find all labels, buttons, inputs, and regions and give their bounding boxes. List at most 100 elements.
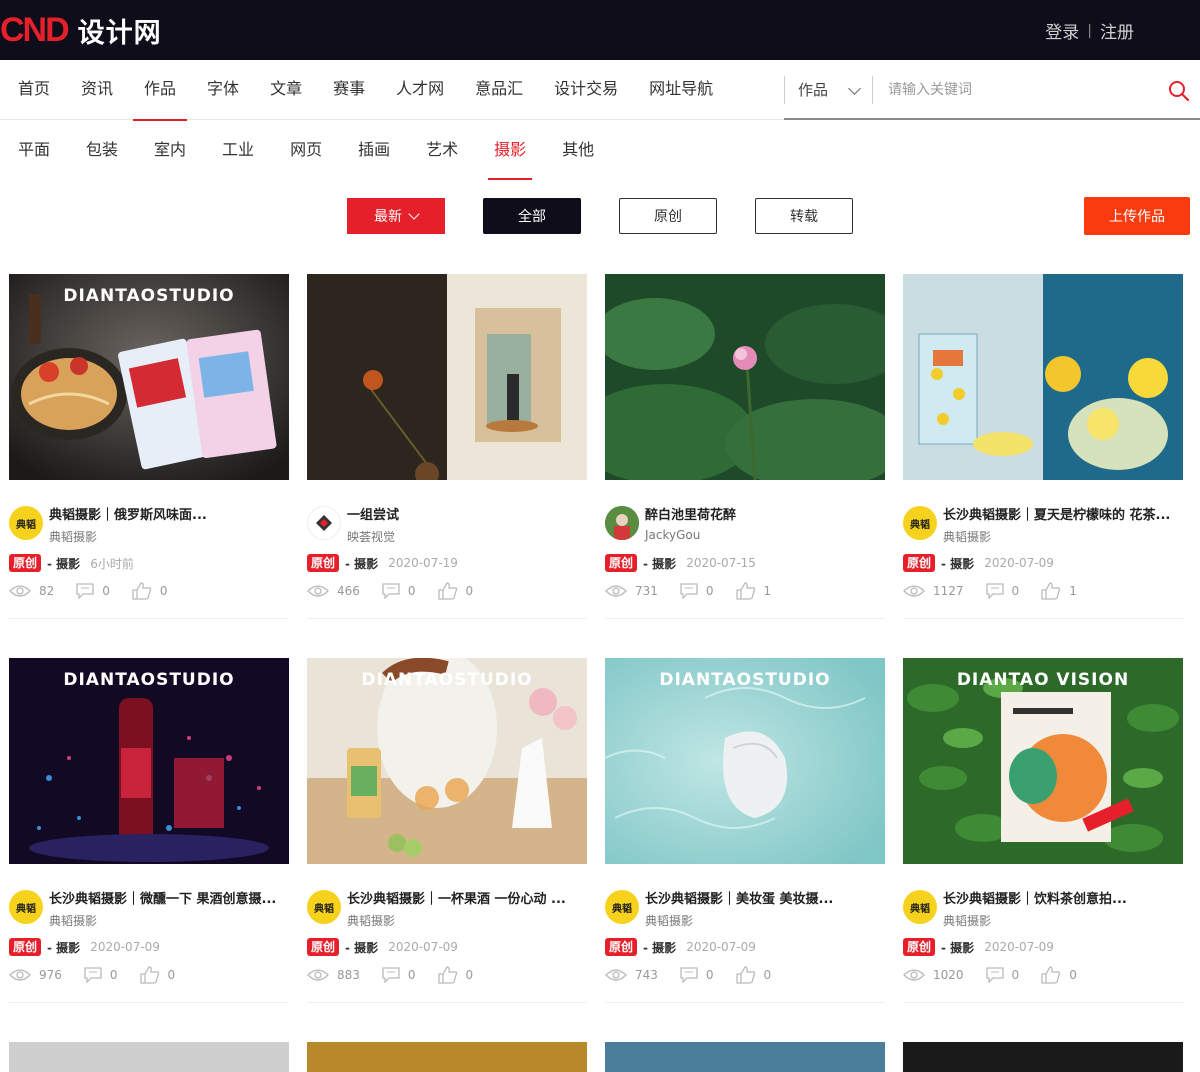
avatar[interactable]: 典韬 [9, 506, 43, 540]
filter-all-button[interactable]: 全部 [483, 198, 581, 234]
main-nav-item[interactable]: 资讯 [81, 60, 113, 120]
work-title[interactable]: 一组尝试 [347, 504, 579, 523]
category-nav-item[interactable]: 其他 [562, 120, 594, 180]
comment-icon[interactable] [76, 583, 94, 599]
comment-count[interactable]: 0 [382, 967, 416, 983]
avatar[interactable]: 典韬 [307, 890, 341, 924]
work-title[interactable]: 典韬摄影｜俄罗斯风味面... [49, 504, 281, 523]
main-nav-item[interactable]: 网址导航 [649, 60, 713, 120]
work-card[interactable]: DIANTAOSTUDIO 典韬 长沙典韬摄影｜一杯果酒 一份心动 ... 典韬摄影原… [307, 658, 587, 1004]
work-author[interactable]: 映荟视觉 [347, 528, 395, 545]
work-card[interactable]: DIANTAOSTUDIO 典韬 长沙典韬摄影｜微醺一下 果酒创意摄... 典韬摄影原… [9, 658, 289, 1004]
comment-icon[interactable] [382, 967, 400, 983]
like-icon[interactable] [735, 582, 756, 600]
avatar[interactable] [605, 506, 639, 540]
work-author[interactable]: 典韬摄影 [347, 912, 395, 929]
category-nav-item[interactable]: 包装 [86, 120, 118, 180]
work-title[interactable]: 长沙典韬摄影｜微醺一下 果酒创意摄... [49, 888, 281, 907]
comment-count[interactable]: 0 [680, 967, 714, 983]
search-scope-select[interactable]: 作品 [798, 79, 828, 100]
comment-count[interactable]: 0 [76, 583, 110, 599]
work-title[interactable]: 长沙典韬摄影｜夏天是柠檬味的 花茶... [943, 504, 1175, 523]
category-nav-item[interactable]: 摄影 [488, 120, 533, 180]
work-title[interactable]: 醉白池里荷花醉 [645, 504, 877, 523]
main-nav-item[interactable]: 字体 [207, 60, 239, 120]
chevron-down-icon[interactable] [848, 82, 861, 95]
like-icon[interactable] [437, 966, 458, 984]
work-author[interactable]: 典韬摄影 [943, 528, 991, 545]
main-nav-item[interactable]: 作品 [133, 60, 188, 121]
like-icon[interactable] [132, 582, 152, 600]
work-card[interactable]: DIANTAO VISION 典韬 长沙典韬摄影｜饮料茶创意拍... 典韬摄影 原创 - … [903, 658, 1183, 1004]
work-thumbnail[interactable]: DIANTAOSTUDIO [9, 274, 289, 480]
comment-count[interactable]: 0 [985, 967, 1019, 983]
search-icon[interactable] [1168, 80, 1190, 102]
avatar[interactable]: 典韬 [9, 890, 43, 924]
work-thumbnail[interactable] [605, 1042, 885, 1072]
upload-work-button[interactable]: 上传作品 [1084, 197, 1190, 235]
comment-icon[interactable] [680, 583, 698, 599]
comment-icon[interactable] [84, 967, 102, 983]
main-nav-item[interactable]: 赛事 [333, 60, 365, 120]
work-author[interactable]: 典韬摄影 [943, 912, 991, 929]
work-thumbnail[interactable] [307, 274, 587, 480]
sort-dropdown[interactable]: 最新 [347, 198, 445, 234]
comment-count[interactable]: 0 [985, 583, 1019, 599]
work-title[interactable]: 长沙典韬摄影｜美妆蛋 美妆摄... [645, 888, 877, 907]
main-nav-item[interactable]: 意品汇 [475, 60, 523, 120]
like-count[interactable]: 0 [735, 966, 771, 984]
work-title[interactable]: 长沙典韬摄影｜饮料茶创意拍... [943, 888, 1175, 907]
like-count[interactable]: 0 [437, 582, 473, 600]
filter-repost-button[interactable]: 转载 [755, 198, 853, 234]
work-card[interactable]: DIANTAOSTUDIO 典韬 典韬摄影｜俄罗斯风味面... 典韬摄影 原创 - 摄影 6… [9, 274, 289, 620]
work-thumbnail[interactable]: DIANTAO VISION [903, 658, 1183, 864]
comment-icon[interactable] [382, 583, 400, 599]
work-author[interactable]: 典韬摄影 [49, 912, 97, 929]
like-count[interactable]: 0 [1041, 966, 1077, 984]
login-link[interactable]: 登录 [1045, 18, 1079, 43]
like-icon[interactable] [1041, 966, 1061, 984]
avatar[interactable] [307, 506, 341, 540]
work-card[interactable]: 典韬 长沙典韬摄影｜夏天是柠檬味的 花茶... 典韬摄影 原创 - 摄影 2020-07-… [903, 274, 1183, 620]
like-count[interactable]: 1 [735, 582, 771, 600]
avatar[interactable]: 典韬 [605, 890, 639, 924]
work-thumbnail[interactable] [903, 1042, 1183, 1072]
work-card[interactable]: 醉白池里荷花醉 JackyGou 原创 - 摄影 2020-07-15 731 0 1 [605, 274, 885, 620]
work-author[interactable]: 典韬摄影 [49, 528, 97, 545]
comment-icon[interactable] [680, 967, 698, 983]
like-icon[interactable] [139, 966, 160, 984]
main-nav-item[interactable]: 文章 [270, 60, 302, 120]
comment-icon[interactable] [985, 967, 1004, 983]
main-nav-item[interactable]: 人才网 [396, 60, 444, 120]
comment-count[interactable]: 0 [84, 967, 118, 983]
comment-icon[interactable] [985, 583, 1004, 599]
search-input[interactable] [888, 76, 1148, 104]
work-thumbnail[interactable] [307, 1042, 587, 1072]
work-thumbnail[interactable]: DIANTAOSTUDIO [605, 658, 885, 864]
like-count[interactable]: 0 [139, 966, 175, 984]
main-nav-item[interactable]: 首页 [18, 60, 50, 120]
like-count[interactable]: 0 [132, 582, 168, 600]
site-logo[interactable]: CND 设计网 [0, 11, 162, 49]
like-icon[interactable] [735, 966, 756, 984]
work-card[interactable]: DIANTAOSTUDIO 典韬 长沙典韬摄影｜美妆蛋 美妆摄... 典韬摄影 原创 - … [605, 658, 885, 1004]
like-count[interactable]: 1 [1041, 582, 1077, 600]
work-author[interactable]: JackyGou [645, 528, 700, 542]
category-nav-item[interactable]: 平面 [18, 120, 50, 180]
comment-count[interactable]: 0 [680, 583, 714, 599]
category-nav-item[interactable]: 艺术 [426, 120, 458, 180]
work-card[interactable]: 一组尝试 映荟视觉 原创 - 摄影 2020-07-19 466 0 0 [307, 274, 587, 620]
main-nav-item[interactable]: 设计交易 [554, 60, 618, 120]
like-icon[interactable] [1041, 582, 1061, 600]
like-icon[interactable] [437, 582, 458, 600]
category-nav-item[interactable]: 工业 [222, 120, 254, 180]
filter-original-button[interactable]: 原创 [619, 198, 717, 234]
like-count[interactable]: 0 [437, 966, 473, 984]
category-nav-item[interactable]: 网页 [290, 120, 322, 180]
register-link[interactable]: 注册 [1100, 18, 1134, 43]
comment-count[interactable]: 0 [382, 583, 416, 599]
avatar[interactable]: 典韬 [903, 890, 937, 924]
work-thumbnail[interactable] [605, 274, 885, 480]
category-nav-item[interactable]: 室内 [154, 120, 186, 180]
work-title[interactable]: 长沙典韬摄影｜一杯果酒 一份心动 ... [347, 888, 579, 907]
